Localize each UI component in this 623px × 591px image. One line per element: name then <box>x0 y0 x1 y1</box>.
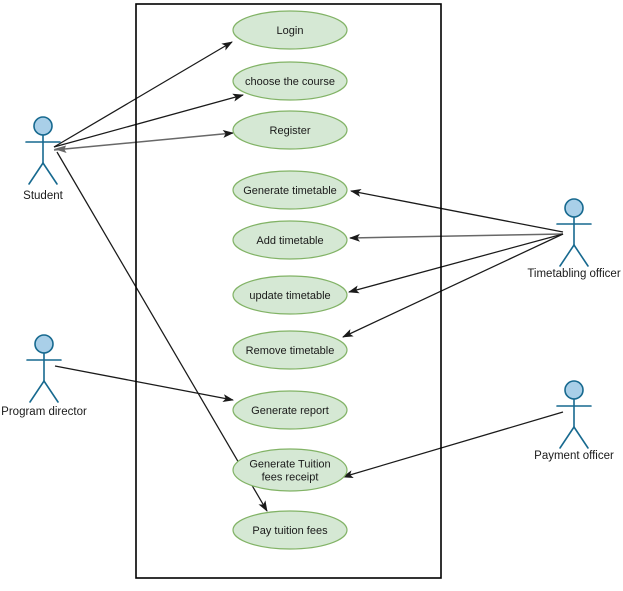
use-case-label: Register <box>270 125 311 137</box>
association-officer-remove-timetable[interactable] <box>342 233 564 338</box>
actor-right-leg-line <box>573 244 589 267</box>
use-case-label: Generate Tuition <box>249 459 330 471</box>
association-student-register[interactable] <box>53 129 234 151</box>
use-case-generate-report[interactable]: Generate report <box>232 390 348 430</box>
actor-head-icon <box>564 198 584 218</box>
actor-label: Payment officer <box>534 450 614 462</box>
use-case-layer: Login choose the course Register Generate t… <box>232 10 348 550</box>
use-case-diagram: Login choose the course Register Generate t… <box>0 0 623 591</box>
use-case-label: Add timetable <box>256 235 323 247</box>
diagram-canvas: Login choose the course Register Generate t… <box>1 3 621 579</box>
association-student-pay-tuition-fees[interactable] <box>56 151 268 512</box>
association-officer-update-timetable[interactable] <box>348 233 564 294</box>
actor-payment-officer[interactable]: Payment officer <box>534 380 614 462</box>
actor-label: Program director <box>1 406 87 418</box>
use-case-login[interactable]: Login <box>232 10 348 50</box>
use-case-register[interactable]: Register <box>232 110 348 150</box>
use-case-remove-timetable[interactable]: Remove timetable <box>232 330 348 370</box>
association-student-choose-course[interactable] <box>53 93 244 148</box>
use-case-update-timetable[interactable]: update timetable <box>232 275 348 315</box>
actor-head-icon <box>564 380 584 400</box>
use-case-label: Generate report <box>251 405 329 417</box>
association-director-generate-report[interactable] <box>54 365 234 403</box>
actor-right-leg-line <box>42 162 58 185</box>
actor-left-leg-line <box>28 162 44 185</box>
actor-right-leg-line <box>43 380 59 403</box>
association-student-login[interactable] <box>53 41 233 148</box>
actor-left-leg-line <box>559 244 575 267</box>
actor-left-leg-line <box>29 380 45 403</box>
use-case-choose-course[interactable]: choose the course <box>232 61 348 101</box>
association-payment-generate-receipt[interactable] <box>342 411 564 479</box>
actor-program-director[interactable]: Program director <box>1 334 87 418</box>
actor-label: Student <box>23 190 63 202</box>
actor-label: Timetabling officer <box>527 268 620 280</box>
actor-head-icon <box>34 334 54 354</box>
actor-right-leg-line <box>573 426 589 449</box>
use-case-label: update timetable <box>249 290 330 302</box>
actor-head-icon <box>33 116 53 136</box>
use-case-generate-receipt[interactable]: Generate Tuitionfees receipt <box>232 448 348 492</box>
use-case-pay-tuition-fees[interactable]: Pay tuition fees <box>232 510 348 550</box>
association-officer-add-timetable[interactable] <box>349 233 564 242</box>
use-case-label: Generate timetable <box>243 185 337 197</box>
use-case-generate-timetable[interactable]: Generate timetable <box>232 170 348 210</box>
use-case-label: Remove timetable <box>246 345 335 357</box>
use-case-label: choose the course <box>245 76 335 88</box>
association-officer-generate-timetable[interactable] <box>350 188 564 233</box>
use-case-label: fees receipt <box>262 472 319 484</box>
actor-left-leg-line <box>559 426 575 449</box>
use-case-add-timetable[interactable]: Add timetable <box>232 220 348 260</box>
use-case-label: Pay tuition fees <box>252 525 328 537</box>
actor-student[interactable]: Student <box>23 116 64 202</box>
use-case-label: Login <box>277 25 304 37</box>
